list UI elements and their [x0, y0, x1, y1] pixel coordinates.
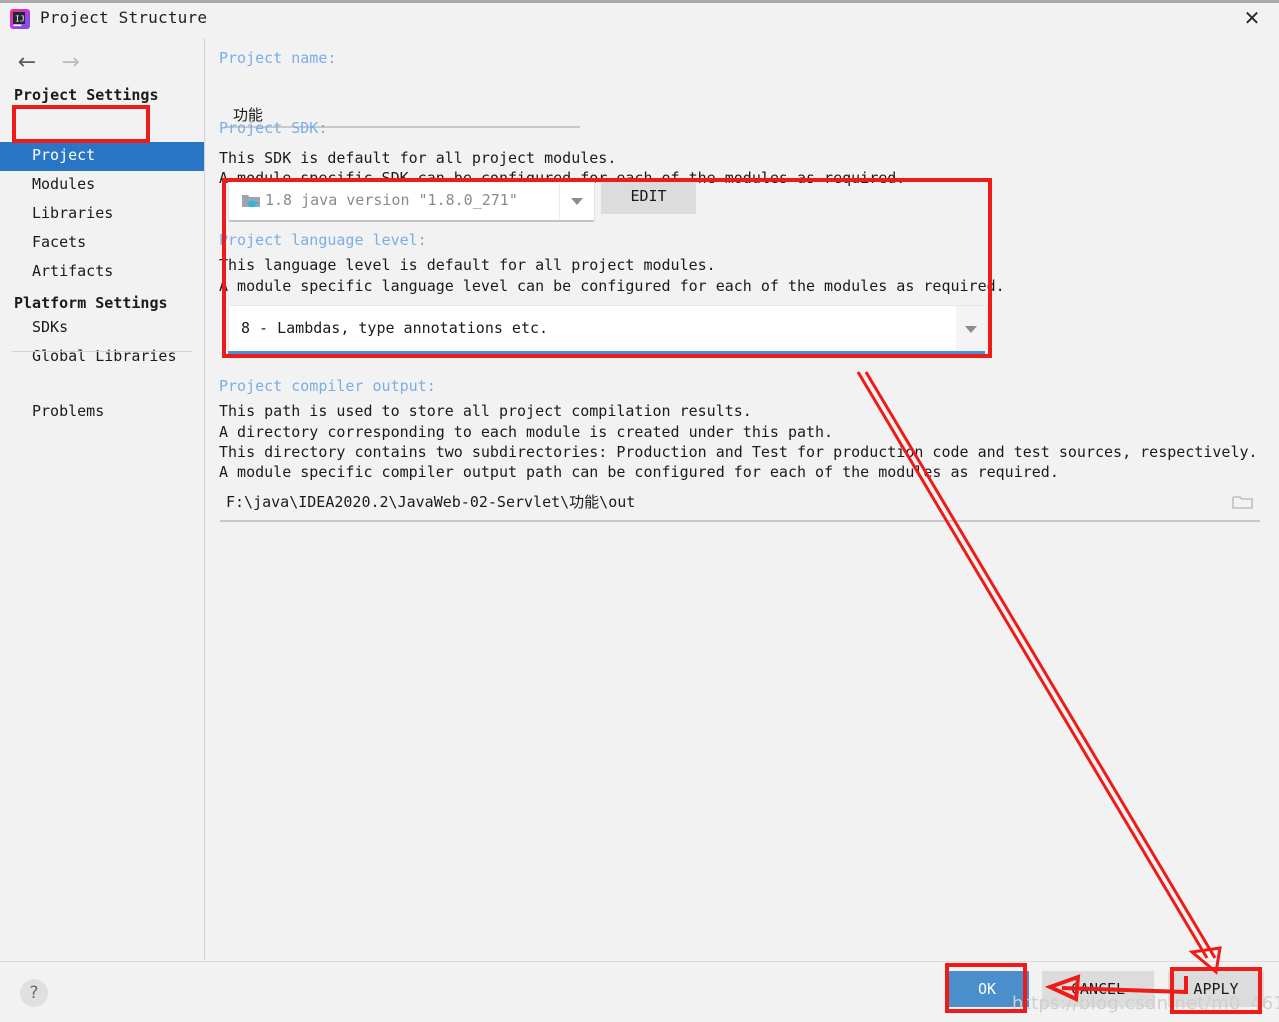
page-title: Project Structure — [40, 8, 207, 27]
sidebar-item-problems[interactable]: Problems — [0, 398, 204, 427]
sidebar-item-sdks[interactable]: SDKs — [0, 314, 204, 343]
project-compiler-output-desc-line-3: This directory contains two subdirectori… — [219, 443, 1258, 461]
svg-text:IJ: IJ — [15, 15, 25, 24]
project-compiler-output-desc-line-4: A module specific compiler output path c… — [219, 463, 1059, 481]
sidebar-item-project[interactable]: Project — [0, 142, 204, 171]
settings-sidebar: ← → Project Settings Project Modules Lib… — [0, 38, 205, 960]
project-language-level-label: Project language level: — [219, 231, 427, 249]
project-sdk-desc-line-1: This SDK is default for all project modu… — [219, 149, 616, 167]
combobox-underline — [229, 220, 594, 222]
watermark-text: https://blog.csdn.net/m0_46153949 — [1012, 993, 1279, 1014]
sidebar-item-facets[interactable]: Facets — [0, 229, 204, 258]
sidebar-item-modules[interactable]: Modules — [0, 171, 204, 200]
project-language-level-dropdown-arrow[interactable] — [956, 306, 986, 352]
sidebar-group-platform-settings: Platform Settings — [14, 294, 168, 312]
input-underline — [220, 520, 1260, 522]
close-icon[interactable]: ✕ — [1239, 7, 1265, 31]
project-language-level-desc-line-1: This language level is default for all p… — [219, 256, 716, 274]
help-icon[interactable]: ? — [20, 979, 48, 1007]
window-title-bar: IJ Project Structure ✕ — [0, 0, 1279, 39]
edit-sdk-button[interactable]: EDIT — [601, 178, 696, 214]
project-language-level-desc-line-2: A module specific language level can be … — [219, 277, 1005, 295]
navigation-arrows: ← → — [10, 50, 88, 76]
project-sdk-combobox[interactable]: 1.8 java version "1.8.0_271" — [228, 181, 595, 221]
project-sdk-label: Project SDK: — [219, 119, 327, 137]
sidebar-item-label: Project — [32, 146, 95, 164]
sidebar-item-label: Artifacts — [32, 262, 113, 280]
sidebar-item-libraries[interactable]: Libraries — [0, 200, 204, 229]
chevron-down-icon — [571, 198, 583, 205]
project-compiler-output-label: Project compiler output: — [219, 377, 436, 395]
sidebar-divider — [12, 351, 192, 352]
sidebar-item-label: Modules — [32, 175, 95, 193]
sidebar-item-label: Global Libraries — [32, 347, 177, 365]
project-name-label: Project name: — [219, 49, 336, 67]
project-language-level-combobox[interactable]: 8 - Lambdas, type annotations etc. — [228, 305, 987, 353]
folder-browse-icon[interactable] — [1232, 493, 1254, 511]
title-bar-top-border — [0, 0, 1279, 3]
intellij-idea-icon: IJ — [10, 9, 30, 29]
arrow-left-icon[interactable]: ← — [10, 50, 44, 76]
sidebar-item-label: Problems — [32, 402, 104, 420]
project-sdk-value: 1.8 java version "1.8.0_271" — [265, 191, 518, 209]
project-compiler-output-desc-line-2: A directory corresponding to each module… — [219, 423, 833, 441]
project-compiler-output-desc-line-1: This path is used to store all project c… — [219, 402, 752, 420]
project-compiler-output-input[interactable]: F:\java\IDEA2020.2\JavaWeb-02-Servlet\功能… — [220, 488, 1260, 522]
sidebar-group-project-settings: Project Settings — [14, 86, 159, 104]
sidebar-item-label: Facets — [32, 233, 86, 251]
java-sdk-folder-icon — [241, 192, 261, 209]
chevron-down-icon — [965, 326, 977, 333]
sidebar-item-label: Libraries — [32, 204, 113, 222]
project-compiler-output-value: F:\java\IDEA2020.2\JavaWeb-02-Servlet\功能… — [226, 491, 635, 512]
sidebar-item-label: SDKs — [32, 318, 68, 336]
sidebar-item-artifacts[interactable]: Artifacts — [0, 258, 204, 287]
language-level-focus-underline — [228, 351, 985, 354]
arrow-right-icon[interactable]: → — [54, 50, 88, 76]
project-sdk-dropdown-arrow[interactable] — [559, 182, 594, 220]
project-language-level-value: 8 - Lambdas, type annotations etc. — [241, 319, 548, 337]
sidebar-item-global-libraries[interactable]: Global Libraries — [0, 343, 204, 372]
